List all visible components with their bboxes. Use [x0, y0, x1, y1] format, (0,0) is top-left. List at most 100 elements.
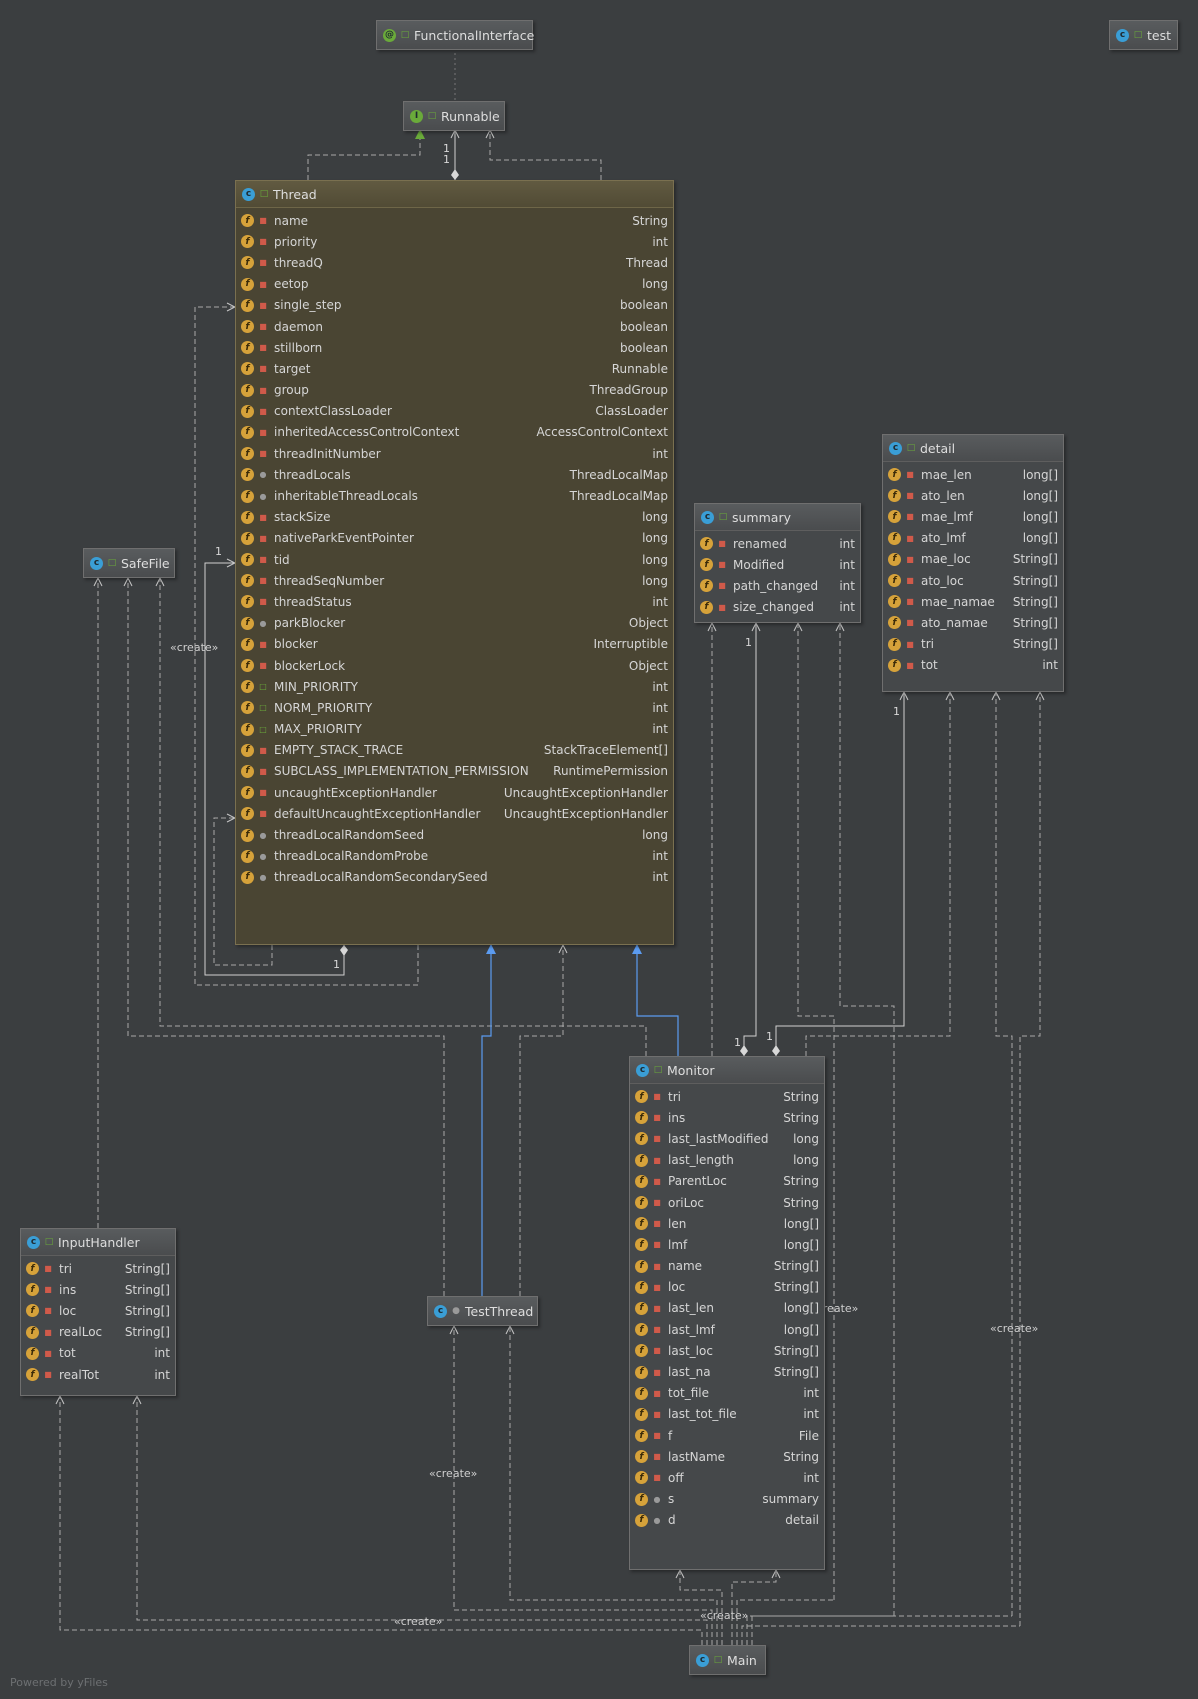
field-row[interactable]: f ■ last_lastModified long	[630, 1128, 824, 1149]
field-row[interactable]: f ■ tot int	[883, 655, 1063, 676]
field-row[interactable]: f ■ last_length long	[630, 1150, 824, 1171]
field-row[interactable]: f ■ mae_namae String[]	[883, 591, 1063, 612]
field-row[interactable]: f ■ mae_lmf long[]	[883, 506, 1063, 527]
field-row[interactable]: f ● parkBlocker Object	[236, 613, 673, 634]
field-row[interactable]: f ■ oriLoc String	[630, 1192, 824, 1213]
field-row[interactable]: f ■ size_changed int	[695, 597, 860, 618]
field-row[interactable]: f □ MIN_PRIORITY int	[236, 676, 673, 697]
field-row[interactable]: f ■ realLoc String[]	[21, 1322, 175, 1343]
field-row[interactable]: f ■ last_loc String[]	[630, 1340, 824, 1361]
field-row[interactable]: f ■ threadInitNumber int	[236, 443, 673, 464]
field-row[interactable]: f ■ threadStatus int	[236, 591, 673, 612]
field-row[interactable]: f ■ realTot int	[21, 1364, 175, 1385]
field-row[interactable]: f ■ eetop long	[236, 274, 673, 295]
class-node-functionalinterface[interactable]: @ □ FunctionalInterface	[376, 20, 534, 50]
class-header[interactable]: c □ test	[1110, 21, 1177, 49]
field-row[interactable]: f ■ target Runnable	[236, 358, 673, 379]
field-row[interactable]: f □ NORM_PRIORITY int	[236, 697, 673, 718]
class-header[interactable]: @ □ FunctionalInterface	[377, 21, 534, 49]
field-row[interactable]: f ■ renamed int	[695, 533, 860, 554]
field-row[interactable]: f ■ SUBCLASS_IMPLEMENTATION_PERMISSION Runt…	[236, 761, 673, 782]
field-row[interactable]: f ■ EMPTY_STACK_TRACE StackTraceElement[]	[236, 740, 673, 761]
field-row[interactable]: f ■ tri String[]	[21, 1258, 175, 1279]
field-row[interactable]: f ■ ato_len long[]	[883, 485, 1063, 506]
field-row[interactable]: f ■ tid long	[236, 549, 673, 570]
field-row[interactable]: f ● inheritableThreadLocals ThreadLocalMap	[236, 485, 673, 506]
lock-icon: ■	[259, 809, 267, 819]
lock-icon: ■	[653, 1240, 661, 1250]
field-row[interactable]: f ■ tot int	[21, 1343, 175, 1364]
field-row[interactable]: f ■ daemon boolean	[236, 316, 673, 337]
edge-main-detail-b	[1019, 692, 1040, 1626]
field-row[interactable]: f ■ last_len long[]	[630, 1298, 824, 1319]
field-row[interactable]: f ■ path_changed int	[695, 575, 860, 596]
class-node-testthread[interactable]: c ● TestThread	[427, 1296, 538, 1326]
field-row[interactable]: f ■ priority int	[236, 231, 673, 252]
field-row[interactable]: f ● threadLocalRandomSeed long	[236, 824, 673, 845]
field-row[interactable]: f ■ loc String[]	[21, 1300, 175, 1321]
class-header[interactable]: c □ InputHandler	[21, 1229, 175, 1256]
field-row[interactable]: f ■ single_step boolean	[236, 295, 673, 316]
field-row[interactable]: f ■ off int	[630, 1467, 824, 1488]
class-node-safefile[interactable]: c □ SafeFile	[83, 548, 175, 578]
field-row[interactable]: f ■ threadSeqNumber long	[236, 570, 673, 591]
field-row[interactable]: f ■ ParentLoc String	[630, 1171, 824, 1192]
class-node-summary[interactable]: c □ summary f ■ renamed int f ■ Modified int f ■ path…	[694, 503, 861, 623]
class-header[interactable]: c ● TestThread	[428, 1297, 537, 1325]
class-header[interactable]: c □ Monitor	[630, 1057, 824, 1084]
class-header[interactable]: c □ Main	[690, 1646, 765, 1674]
field-row[interactable]: f ■ stackSize long	[236, 507, 673, 528]
public-visibility-icon: □	[653, 1065, 663, 1075]
field-row[interactable]: f □ MAX_PRIORITY int	[236, 719, 673, 740]
field-row[interactable]: f ■ name String[]	[630, 1256, 824, 1277]
field-row[interactable]: f ● s summary	[630, 1489, 824, 1510]
field-row[interactable]: f ■ ato_lmf long[]	[883, 528, 1063, 549]
field-row[interactable]: f ● threadLocalRandomSecondarySeed int	[236, 867, 673, 888]
field-row[interactable]: f ● threadLocals ThreadLocalMap	[236, 464, 673, 485]
class-node-thread[interactable]: c □ Thread f ■ name String f ■ priority int f ■ threa…	[235, 180, 674, 945]
field-row[interactable]: f ■ ato_namae String[]	[883, 612, 1063, 633]
field-row[interactable]: f ■ name String	[236, 210, 673, 231]
field-row[interactable]: f ■ last_tot_file int	[630, 1404, 824, 1425]
class-node-runnable[interactable]: I □ Runnable	[403, 101, 505, 131]
field-row[interactable]: f ■ defaultUncaughtExceptionHandler Uncaugh…	[236, 803, 673, 824]
field-row[interactable]: f ■ last_na String[]	[630, 1361, 824, 1382]
field-row[interactable]: f ■ inheritedAccessControlContext AccessCon…	[236, 422, 673, 443]
field-row[interactable]: f ■ contextClassLoader ClassLoader	[236, 401, 673, 422]
class-header[interactable]: c □ summary	[695, 504, 860, 531]
field-row[interactable]: f ■ f File	[630, 1425, 824, 1446]
field-row[interactable]: f ■ blockerLock Object	[236, 655, 673, 676]
field-row[interactable]: f ■ blocker Interruptible	[236, 634, 673, 655]
class-node-detail[interactable]: c □ detail f ■ mae_len long[] f ■ ato_len long[] f ■…	[882, 434, 1064, 692]
field-row[interactable]: f ■ ins String[]	[21, 1279, 175, 1300]
class-node-test[interactable]: c □ test	[1109, 20, 1178, 50]
class-node-inputhandler[interactable]: c □ InputHandler f ■ tri String[] f ■ ins String[]…	[20, 1228, 176, 1396]
field-row[interactable]: f ■ mae_loc String[]	[883, 549, 1063, 570]
class-header[interactable]: c □ SafeFile	[84, 549, 174, 577]
field-row[interactable]: f ● threadLocalRandomProbe int	[236, 846, 673, 867]
field-row[interactable]: f ● d detail	[630, 1510, 824, 1531]
field-row[interactable]: f ■ mae_len long[]	[883, 464, 1063, 485]
class-header[interactable]: c □ Thread	[236, 181, 673, 208]
field-row[interactable]: f ■ loc String[]	[630, 1277, 824, 1298]
field-row[interactable]: f ■ nativeParkEventPointer long	[236, 528, 673, 549]
field-row[interactable]: f ■ tot_file int	[630, 1383, 824, 1404]
field-row[interactable]: f ■ uncaughtExceptionHandler UncaughtExcept…	[236, 782, 673, 803]
field-row[interactable]: f ■ threadQ Thread	[236, 252, 673, 273]
class-header[interactable]: c □ detail	[883, 435, 1063, 462]
class-node-monitor[interactable]: c □ Monitor f ■ tri String f ■ ins String f ■ last_la…	[629, 1056, 825, 1570]
field-row[interactable]: f ■ last_lmf long[]	[630, 1319, 824, 1340]
field-row[interactable]: f ■ group ThreadGroup	[236, 380, 673, 401]
field-row[interactable]: f ■ ins String	[630, 1107, 824, 1128]
class-node-main[interactable]: c □ Main	[689, 1645, 766, 1675]
field-row[interactable]: f ■ tri String	[630, 1086, 824, 1107]
field-row[interactable]: f ■ tri String[]	[883, 634, 1063, 655]
class-header[interactable]: I □ Runnable	[404, 102, 504, 130]
field-row[interactable]: f ■ Modified int	[695, 554, 860, 575]
lock-icon: ■	[906, 512, 914, 522]
field-row[interactable]: f ■ len long[]	[630, 1213, 824, 1234]
field-row[interactable]: f ■ stillborn boolean	[236, 337, 673, 358]
field-row[interactable]: f ■ ato_loc String[]	[883, 570, 1063, 591]
field-row[interactable]: f ■ lmf long[]	[630, 1234, 824, 1255]
field-row[interactable]: f ■ lastName String	[630, 1446, 824, 1467]
